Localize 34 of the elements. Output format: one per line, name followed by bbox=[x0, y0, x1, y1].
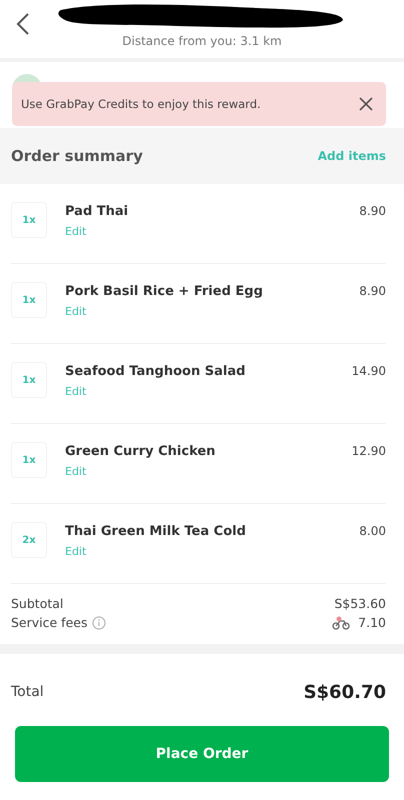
total-label: Total bbox=[11, 684, 44, 700]
summary-title: Order summary bbox=[11, 147, 143, 165]
quantity-badge[interactable]: 1x bbox=[11, 282, 47, 318]
edit-link[interactable]: Edit bbox=[65, 225, 86, 238]
item-price: 8.00 bbox=[359, 524, 386, 538]
item-name: Green Curry Chicken bbox=[65, 444, 216, 459]
toast-message: Use GrabPay Credits to enjoy this reward. bbox=[21, 97, 261, 111]
edit-link[interactable]: Edit bbox=[65, 305, 86, 318]
fee-label: Subtotal bbox=[11, 596, 64, 611]
item-price: 12.90 bbox=[352, 444, 386, 458]
edit-link[interactable]: Edit bbox=[65, 465, 86, 478]
item-price: 8.90 bbox=[359, 284, 386, 298]
item-name: Pork Basil Rice + Fried Egg bbox=[65, 284, 264, 299]
place-order-button[interactable]: Place Order bbox=[15, 726, 389, 782]
total-value: S$60.70 bbox=[304, 682, 386, 702]
fee-value: 7.10 bbox=[358, 615, 386, 630]
scooter-icon bbox=[332, 616, 350, 630]
quantity-badge[interactable]: 1x bbox=[11, 202, 47, 238]
quantity-badge[interactable]: 1x bbox=[11, 442, 47, 478]
fee-value: S$53.60 bbox=[334, 596, 386, 611]
edit-link[interactable]: Edit bbox=[65, 385, 86, 398]
edit-link[interactable]: Edit bbox=[65, 545, 86, 558]
back-icon[interactable] bbox=[16, 12, 30, 36]
close-icon[interactable] bbox=[358, 96, 374, 112]
distance-text: Distance from you: 3.1 km bbox=[122, 34, 282, 48]
add-items-link[interactable]: Add items bbox=[318, 149, 386, 163]
item-price: 8.90 bbox=[359, 204, 386, 218]
quantity-badge[interactable]: 1x bbox=[11, 362, 47, 398]
item-name: Thai Green Milk Tea Cold bbox=[65, 524, 247, 539]
fee-label: Service fees bbox=[11, 615, 88, 630]
item-name: Pad Thai bbox=[65, 204, 130, 219]
quantity-badge[interactable]: 2x bbox=[11, 522, 47, 558]
item-name: Seafood Tanghoon Salad bbox=[65, 364, 246, 379]
item-price: 14.90 bbox=[352, 364, 386, 378]
